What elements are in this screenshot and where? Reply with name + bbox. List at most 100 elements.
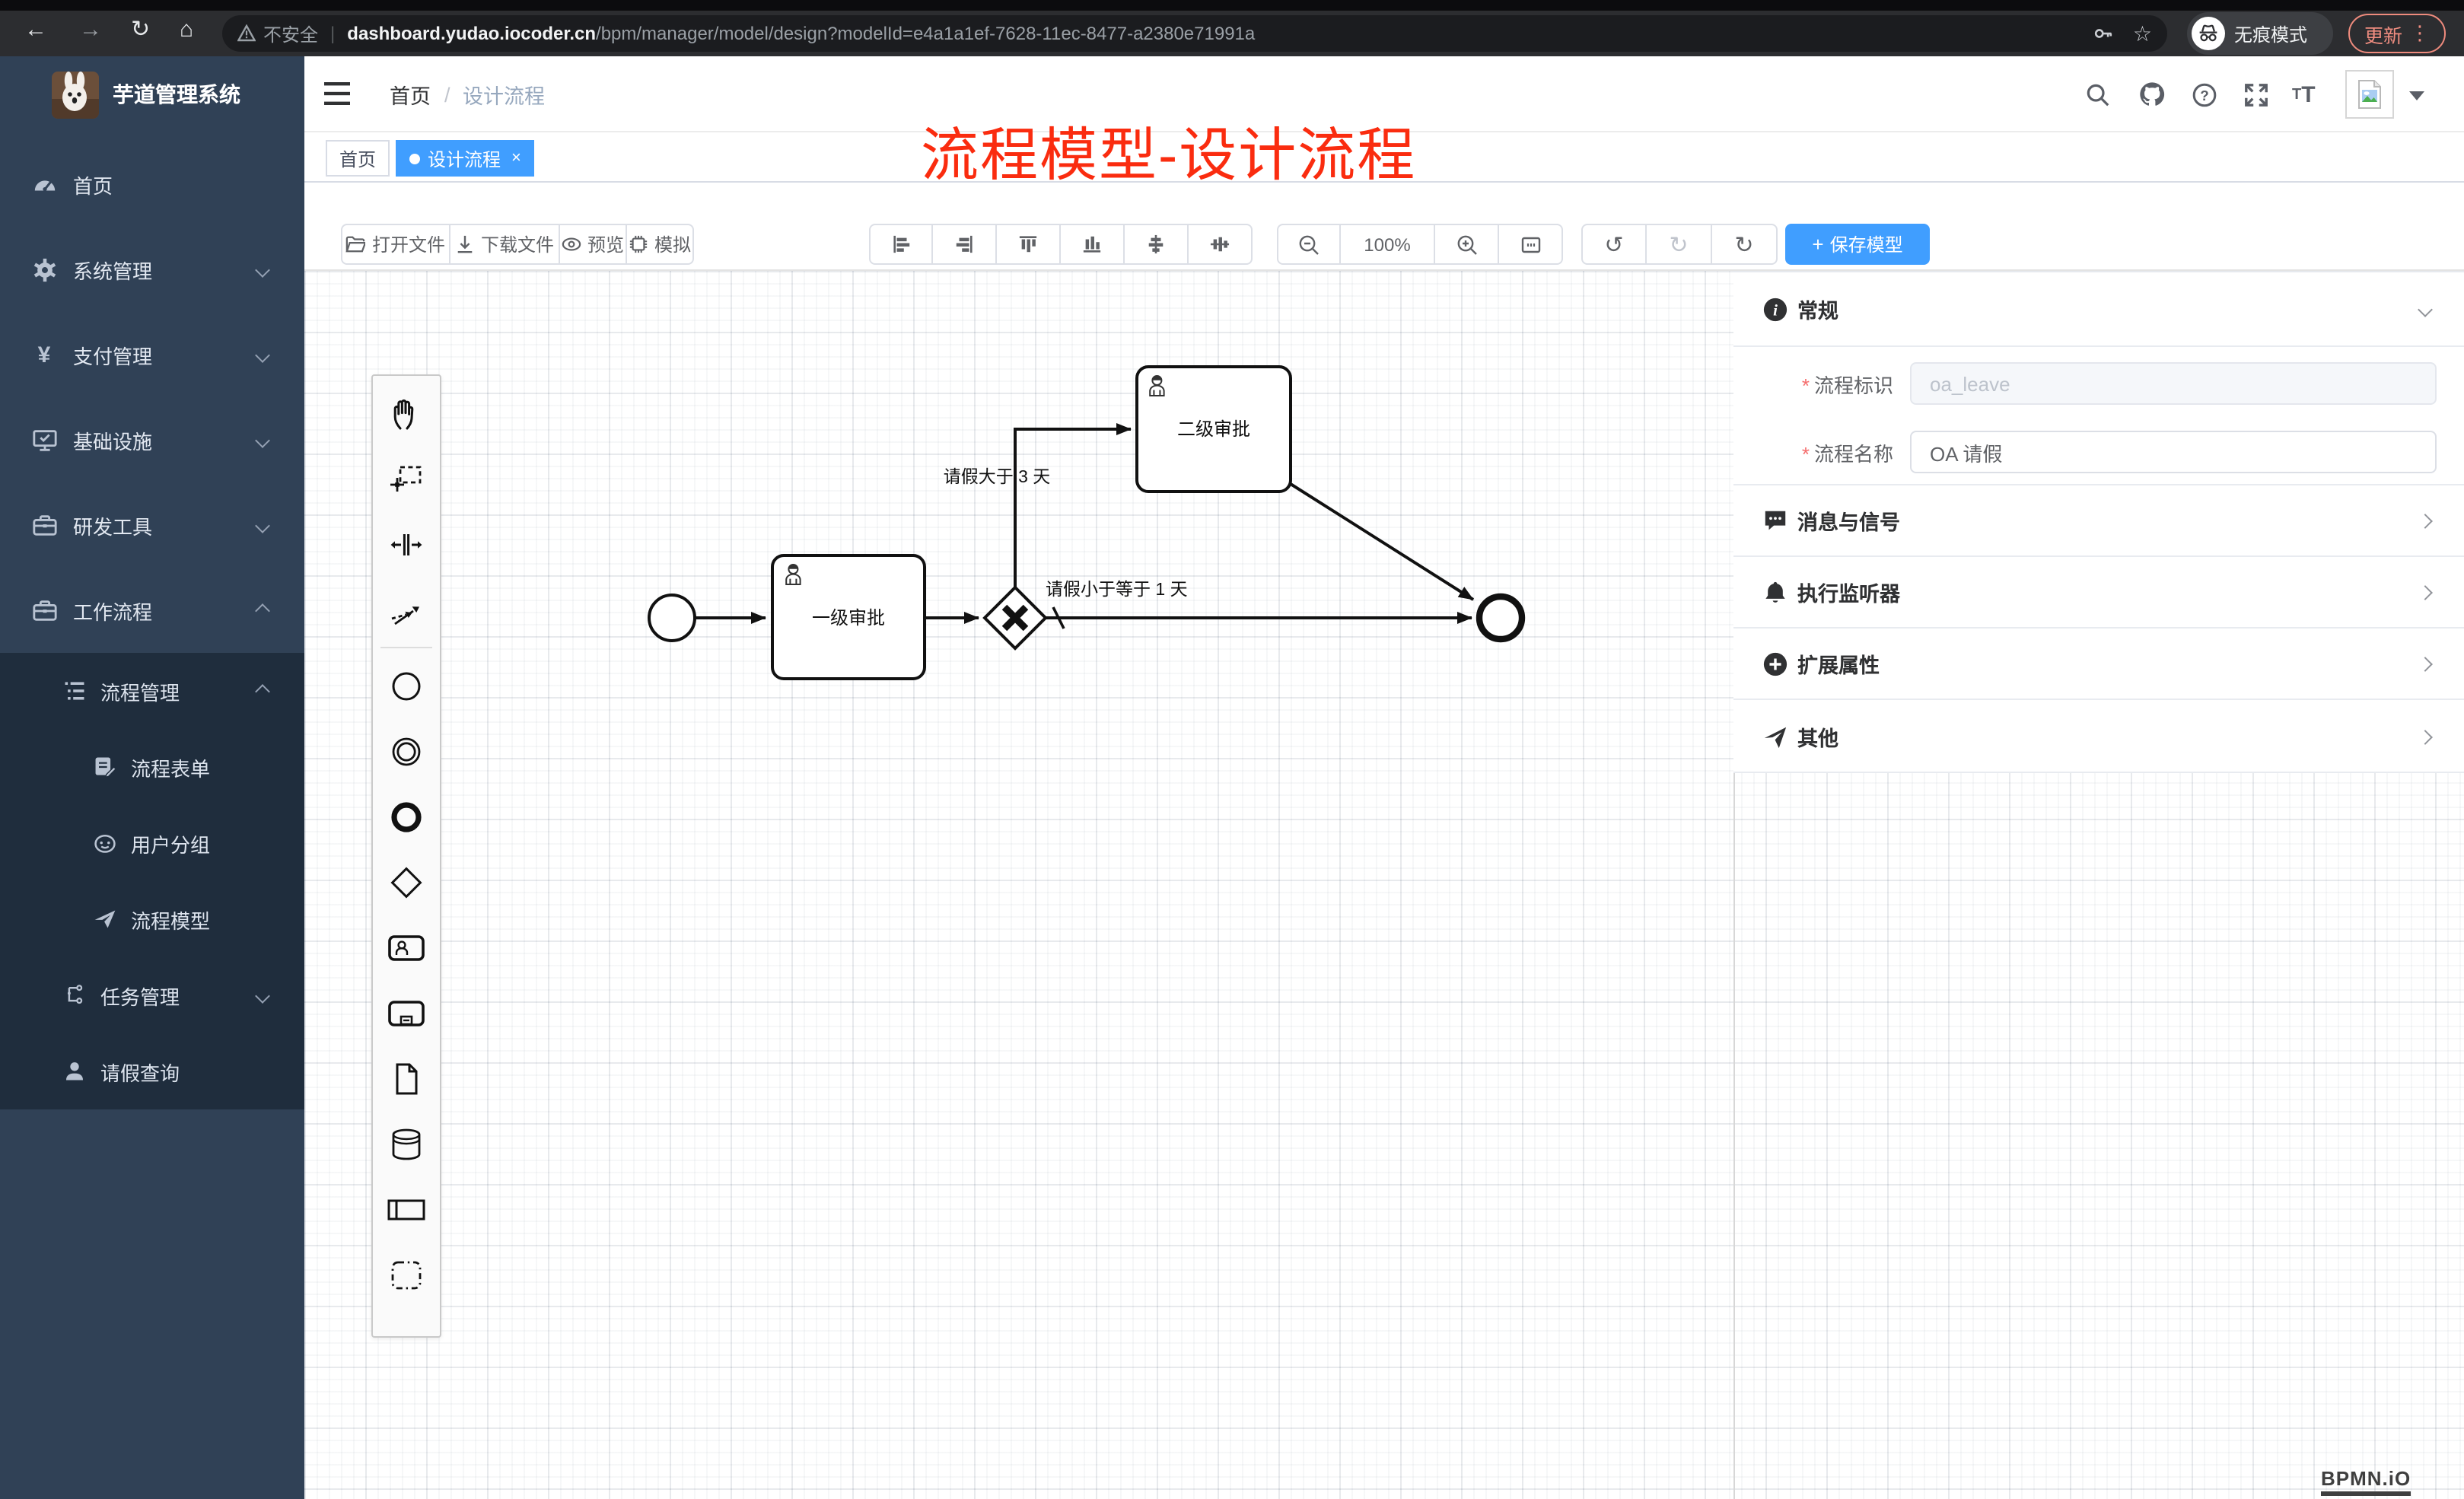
sidebar-item-home[interactable]: 首页 [0,142,304,227]
search-icon[interactable] [2085,56,2111,132]
zoom-out-button[interactable] [1277,224,1341,265]
avatar-caret-icon[interactable] [2409,91,2424,100]
sidebar: 芋道管理系统 首页 系统管理 ¥ 支付管理 基础设施 研发工具 工作 [0,56,304,1499]
sidebar-item-label: 任务管理 [100,981,180,1010]
undo-button[interactable]: ↺ [1581,224,1647,265]
condition-label-le1[interactable]: 请假小于等于 1 天 [1046,579,1188,599]
zoom-in-button[interactable] [1435,224,1499,265]
sidebar-item-system[interactable]: 系统管理 [0,227,304,312]
align-left-icon[interactable] [869,224,933,265]
sidebar-item-workflow[interactable]: 工作流程 [0,568,304,653]
chevron-right-icon [2418,584,2433,600]
github-icon[interactable] [2138,56,2166,132]
sidebar-item-infrastructure[interactable]: 基础设施 [0,397,304,482]
redo-button[interactable]: ↻ [1647,224,1712,265]
tab-label: 设计流程 [428,145,501,171]
user-task-level2[interactable]: 二级审批 [1137,367,1291,492]
browser-menu-icon[interactable]: ⋮ [2410,21,2430,46]
flow-gateway-to-task2[interactable] [1015,429,1131,587]
panel-section-other[interactable]: 其他 [1733,702,2464,773]
align-right-icon[interactable] [933,224,997,265]
file-toolbar-group: 打开文件 下载文件 预览 模拟 [341,224,694,265]
sidebar-item-process-model[interactable]: 流程模型 [0,881,304,957]
bpmn-io-watermark[interactable]: BPMN.iO [2321,1467,2411,1496]
exclusive-gateway[interactable] [985,587,1046,648]
sidebar-item-label: 研发工具 [73,511,152,539]
sidebar-item-devtools[interactable]: 研发工具 [0,482,304,568]
browser-home-button[interactable]: ⌂ [180,18,193,41]
info-icon: i [1761,296,1788,322]
url-separator: | [330,23,335,44]
align-top-icon[interactable] [997,224,1061,265]
align-center-horizontal-icon[interactable] [1189,224,1253,265]
sidebar-item-task-management[interactable]: 任务管理 [0,957,304,1033]
sidebar-item-label: 流程表单 [131,753,210,781]
tab-design-process[interactable]: 设计流程 × [396,140,535,177]
browser-chrome: ← → ↻ ⌂ 不安全 | dashboard.yudao.iocoder.cn… [0,0,2464,56]
open-file-button[interactable]: 打开文件 [341,224,450,265]
zoom-toolbar-group: 100% [1277,224,1563,265]
history-toolbar-group: ↺ ↻ ↻ [1581,224,1778,265]
panel-section-general[interactable]: i 常规 [1733,272,2464,347]
browser-forward-button[interactable]: → [79,18,102,41]
document-edit-icon [91,755,117,779]
workflow-submenu: 流程管理 流程表单 用户分组 流程模型 任务管理 请假 [0,653,304,1109]
chevron-right-icon [2418,513,2433,528]
start-event[interactable] [649,595,695,641]
fullscreen-icon[interactable] [2243,56,2269,132]
chevron-up-icon [255,603,270,618]
password-key-icon[interactable] [2093,23,2115,44]
sidebar-logo-row[interactable]: 芋道管理系统 [0,56,304,132]
browser-update-button[interactable]: 更新 ⋮ [2348,14,2446,53]
preview-button[interactable]: 预览 [560,224,627,265]
restart-button[interactable]: ↻ [1712,224,1778,265]
save-model-button[interactable]: + 保存模型 [1785,224,1930,265]
zoom-level: 100% [1341,224,1435,265]
main-area: 首页 / 设计流程 ? TT 流程模型-设计流程 首页 设计流程 × [304,56,2464,1499]
avatar[interactable] [2345,70,2394,119]
required-asterisk: * [1802,374,1810,396]
sidebar-item-user-group[interactable]: 用户分组 [0,805,304,881]
download-file-button[interactable]: 下载文件 [450,224,560,265]
close-icon[interactable]: × [511,149,521,167]
panel-section-extended-attrs[interactable]: 扩展属性 [1733,629,2464,700]
sidebar-item-label: 流程管理 [100,676,180,705]
sidebar-item-leave-query[interactable]: 请假查询 [0,1033,304,1109]
end-event[interactable] [1479,597,1522,639]
sidebar-fold-icon[interactable] [324,82,350,105]
process-key-input[interactable] [1910,362,2437,405]
breadcrumb-home[interactable]: 首页 [390,56,431,132]
help-icon[interactable]: ? [2192,56,2217,132]
font-size-icon[interactable]: TT [2292,56,2316,132]
bookmark-star-icon[interactable]: ☆ [2133,21,2152,46]
sidebar-item-label: 请假查询 [100,1057,180,1086]
sidebar-item-process-management[interactable]: 流程管理 [0,653,304,729]
bpmn-canvas[interactable]: 一级审批 二级审批 [304,269,2464,1499]
tab-home[interactable]: 首页 [326,140,390,177]
gear-icon [30,256,58,282]
svg-text:一级审批: 一级审批 [812,608,885,629]
panel-section-execution-listener[interactable]: 执行监听器 [1733,557,2464,629]
flow-task2-to-end[interactable] [1291,484,1473,600]
user-task-level1[interactable]: 一级审批 [772,555,925,679]
breadcrumb-separator: / [444,56,450,132]
sidebar-item-process-form[interactable]: 流程表单 [0,729,304,805]
browser-back-button[interactable]: ← [24,18,47,41]
general-form: *流程标识 *流程名称 [1733,347,2464,485]
app-title: 芋道管理系统 [113,56,240,132]
not-secure-icon [237,24,256,43]
browser-address-bar[interactable]: 不安全 | dashboard.yudao.iocoder.cn/bpm/man… [222,15,2167,52]
process-name-input[interactable] [1910,431,2437,473]
sidebar-item-label: 系统管理 [73,255,152,284]
sidebar-item-label: 首页 [73,170,113,199]
browser-reload-button[interactable]: ↻ [131,18,150,41]
panel-section-message-signal[interactable]: 消息与信号 [1733,485,2464,557]
fit-viewport-button[interactable] [1499,224,1563,265]
align-center-vertical-icon[interactable] [1125,224,1189,265]
sidebar-item-payment[interactable]: ¥ 支付管理 [0,312,304,397]
browser-top-strip [0,0,2464,11]
align-bottom-icon[interactable] [1061,224,1125,265]
plus-icon: + [1812,233,1823,256]
condition-label-gt3[interactable]: 请假大于 3 天 [944,466,1051,486]
simulate-button[interactable]: 模拟 [627,224,694,265]
